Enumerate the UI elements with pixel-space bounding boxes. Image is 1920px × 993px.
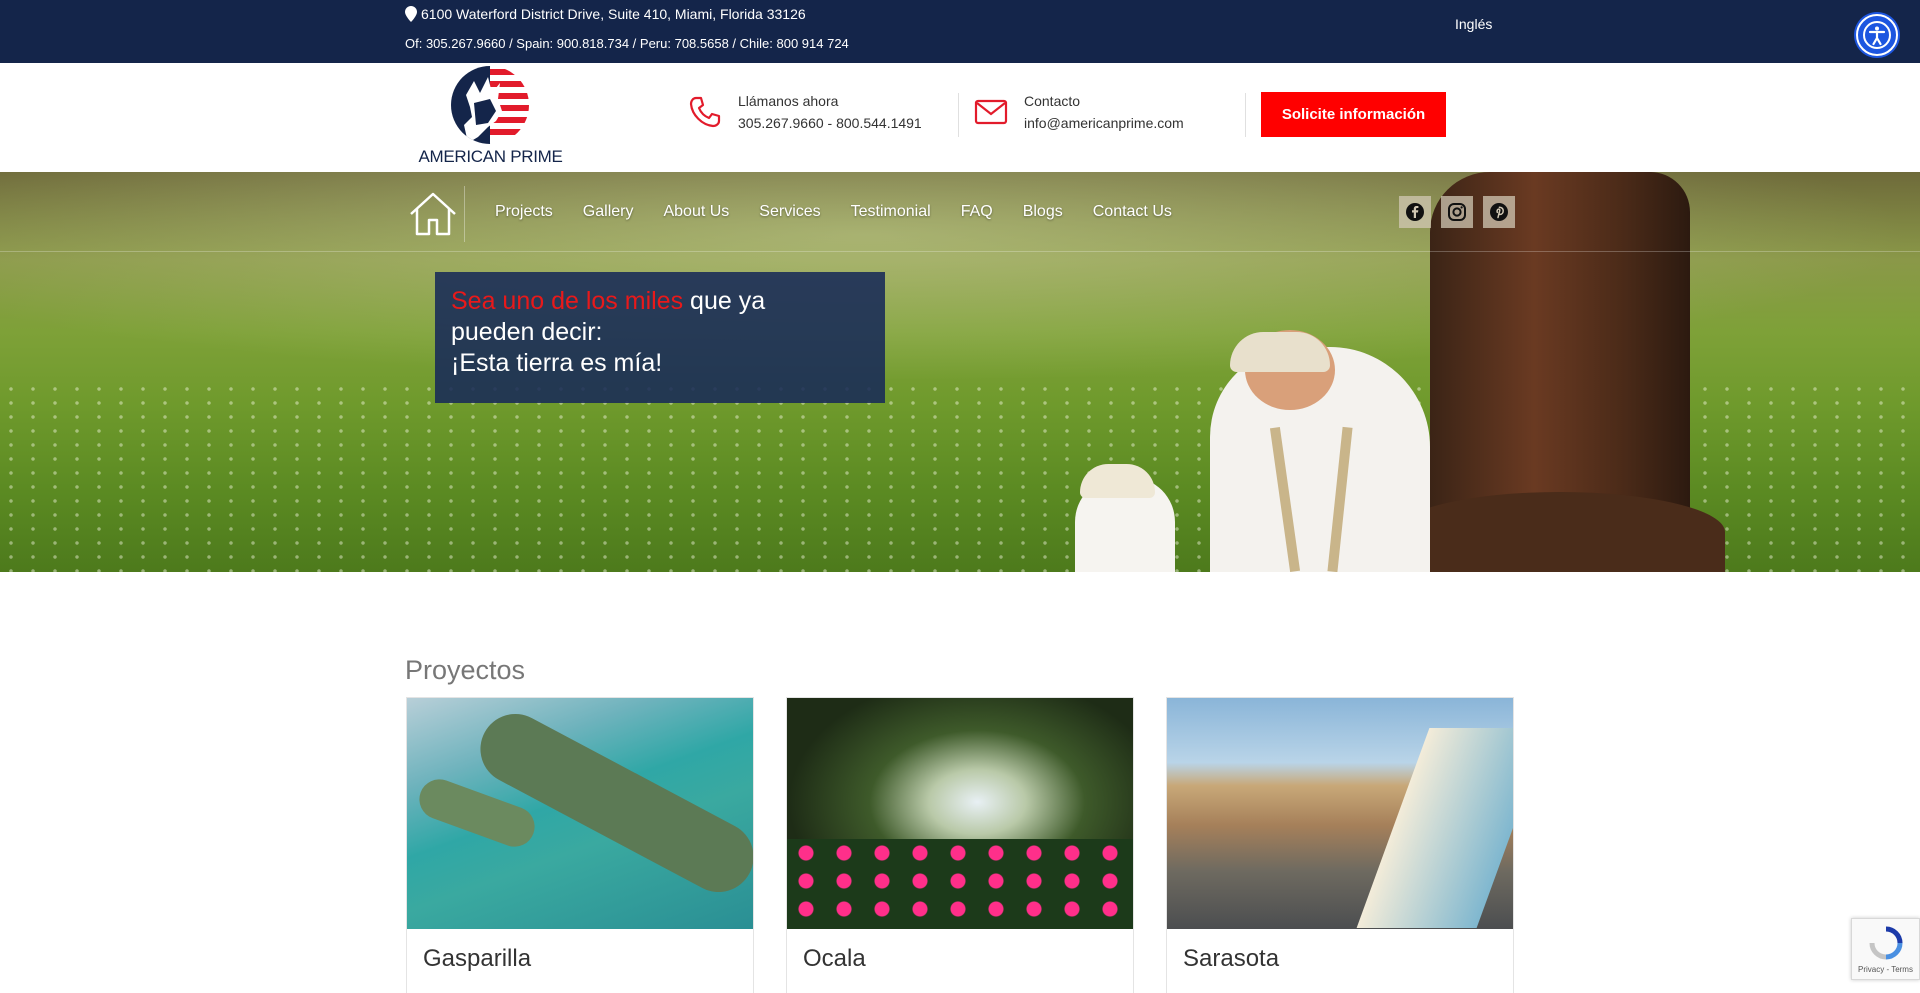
home-link[interactable]: [405, 186, 465, 242]
header: AMERICAN PRIME Llámanos ahora 305.267.96…: [0, 63, 1920, 172]
logo-text: AMERICAN PRIME: [418, 147, 563, 166]
language-switch[interactable]: Inglés: [1455, 16, 1492, 32]
pinterest-icon: [1490, 203, 1508, 221]
island-shape: [468, 701, 753, 905]
divider: [958, 93, 959, 137]
map-pin-icon: [405, 6, 417, 22]
request-info-button[interactable]: Solicite información: [1261, 92, 1446, 137]
call-numbers: 305.267.9660 - 800.544.1491: [738, 115, 922, 131]
main-nav: Projects Gallery About Us Services Testi…: [0, 172, 1920, 252]
project-card-sarasota[interactable]: Sarasota: [1166, 697, 1514, 993]
facebook-link[interactable]: [1399, 196, 1431, 228]
hero-child-cap: [1080, 464, 1155, 498]
nav-links: Projects Gallery About Us Services Testi…: [480, 172, 1187, 252]
project-card-ocala[interactable]: Ocala: [786, 697, 1134, 993]
logo[interactable]: AMERICAN PRIME: [418, 65, 563, 169]
page: 6100 Waterford District Drive, Suite 410…: [0, 0, 1920, 993]
project-image[interactable]: [1167, 698, 1513, 929]
accessibility-button[interactable]: [1856, 14, 1898, 56]
nav-item-gallery[interactable]: Gallery: [568, 203, 649, 221]
projects-title: Proyectos: [405, 655, 526, 685]
call-label: Llámanos ahora: [738, 93, 839, 109]
nav-item-projects[interactable]: Projects: [480, 203, 568, 221]
project-name[interactable]: Ocala: [803, 945, 866, 973]
divider: [1245, 93, 1246, 137]
phone-icon: [689, 96, 721, 128]
nav-item-faq[interactable]: FAQ: [946, 203, 1008, 221]
project-image[interactable]: [787, 698, 1133, 929]
accessibility-icon: [1863, 21, 1891, 49]
contact-block[interactable]: Contacto info@americanprime.com: [974, 93, 1184, 131]
pinterest-link[interactable]: [1483, 196, 1515, 228]
recaptcha-icon: [1869, 926, 1903, 960]
project-name[interactable]: Sarasota: [1183, 945, 1279, 973]
beach-shape: [1356, 728, 1513, 928]
nav-item-blogs[interactable]: Blogs: [1008, 203, 1078, 221]
headline-line2: pueden decir:: [451, 318, 603, 346]
project-card-gasparilla[interactable]: Gasparilla: [406, 697, 754, 993]
instagram-icon: [1448, 203, 1466, 221]
contact-email: info@americanprime.com: [1024, 115, 1184, 131]
nav-item-testimonial[interactable]: Testimonial: [836, 203, 946, 221]
address: 6100 Waterford District Drive, Suite 410…: [405, 6, 806, 22]
project-name[interactable]: Gasparilla: [423, 945, 531, 973]
nav-item-services[interactable]: Services: [744, 203, 835, 221]
hero-headline: Sea uno de los miles que ya pueden decir…: [435, 272, 885, 403]
contact-label: Contacto: [1024, 93, 1081, 109]
nav-item-about-us[interactable]: About Us: [648, 203, 744, 221]
flowers-shape: [787, 839, 1133, 929]
hero-father-cap: [1230, 332, 1330, 372]
facebook-icon: [1406, 203, 1424, 221]
headline-highlight: Sea uno de los miles: [451, 287, 684, 315]
home-icon: [410, 192, 456, 236]
hero-tree-roots: [1395, 492, 1725, 572]
instagram-link[interactable]: [1441, 196, 1473, 228]
statue-of-liberty-logo-icon: [451, 66, 529, 144]
recaptcha-badge[interactable]: Privacy - Terms: [1851, 918, 1920, 980]
headline-line3: ¡Esta tierra es mía!: [451, 349, 663, 377]
nav-item-contact-us[interactable]: Contact Us: [1078, 203, 1187, 221]
recaptcha-links[interactable]: Privacy - Terms: [1858, 965, 1913, 974]
top-bar: 6100 Waterford District Drive, Suite 410…: [0, 0, 1920, 63]
call-block[interactable]: Llámanos ahora 305.267.9660 - 800.544.14…: [688, 93, 922, 131]
project-image[interactable]: [407, 698, 753, 929]
address-text: 6100 Waterford District Drive, Suite 410…: [421, 6, 806, 22]
phone-numbers: Of: 305.267.9660 / Spain: 900.818.734 / …: [405, 36, 849, 51]
headline-line1: que ya: [683, 287, 766, 315]
envelope-icon: [974, 99, 1008, 125]
